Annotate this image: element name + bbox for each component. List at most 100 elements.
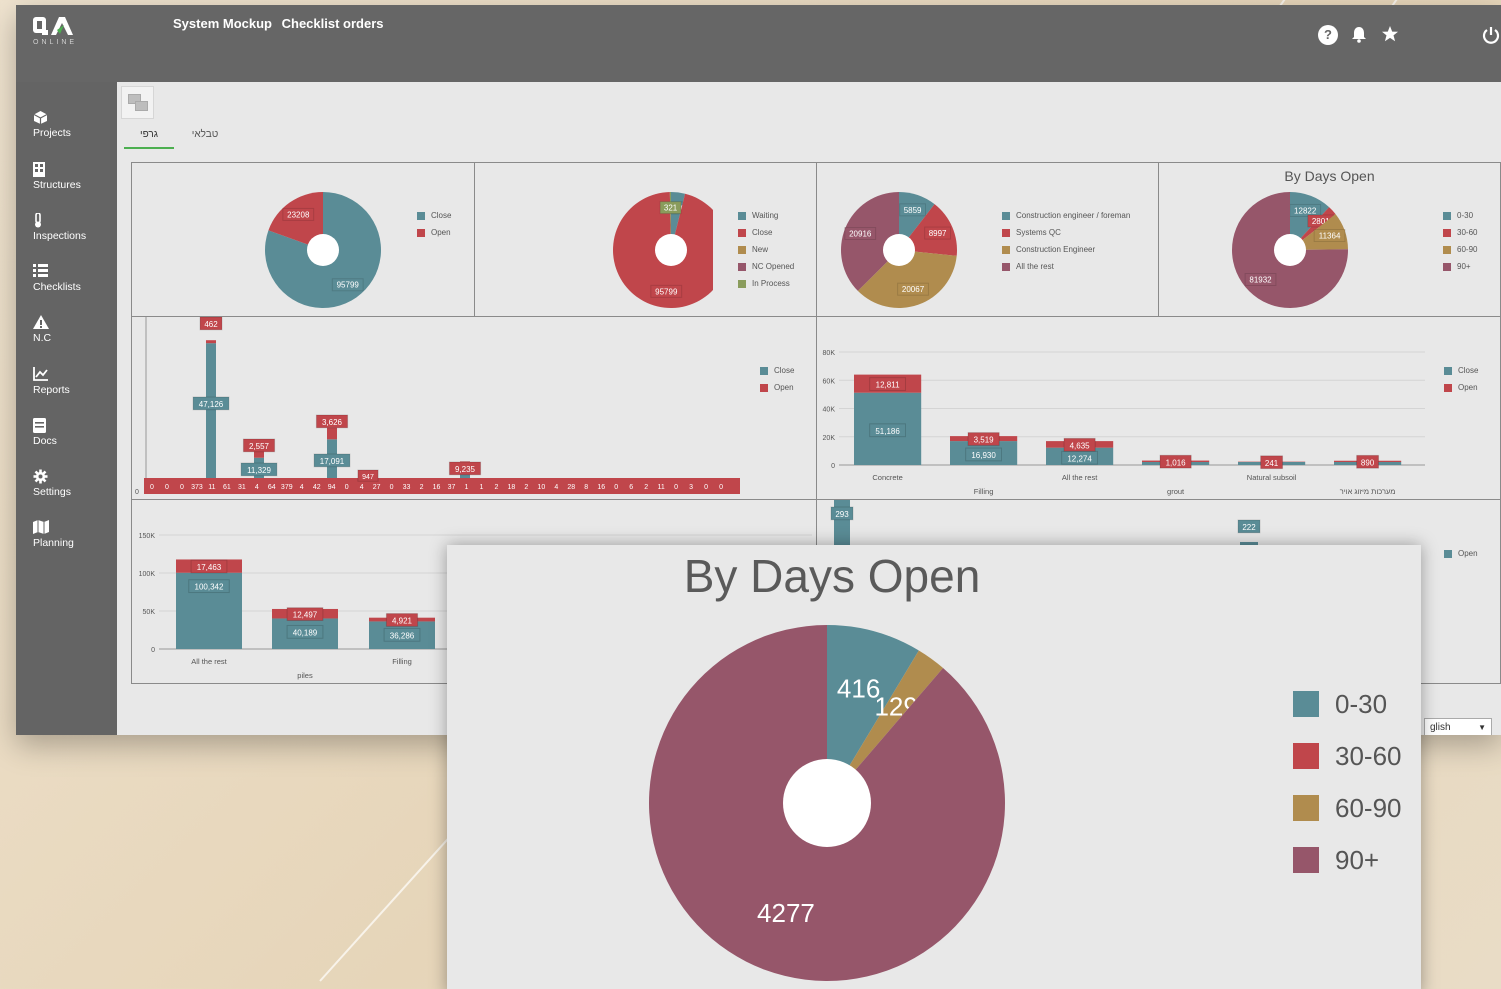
x-tick-label: Filling	[392, 657, 412, 666]
x-tick-label: All the rest	[1062, 473, 1098, 482]
legend-item[interactable]: Systems QC	[1002, 224, 1130, 241]
bottom-value-label: 379	[281, 484, 293, 491]
sidebar-item-structures[interactable]: Structures ›	[33, 162, 120, 191]
legend-item[interactable]: Close	[738, 224, 794, 241]
zoom-legend: 0-30 30-60 60-90 90+	[1293, 678, 1402, 886]
data-label: 11,329	[247, 466, 271, 475]
tab-table[interactable]: טבלאי	[179, 127, 231, 149]
legend-by-item: Close Open	[760, 362, 794, 396]
legend-swatch	[1443, 262, 1451, 271]
legend-item[interactable]: Waiting	[738, 207, 794, 224]
bottom-value-label: 2	[420, 484, 424, 491]
legend-item[interactable]: In Process	[738, 275, 794, 292]
legend-item[interactable]: 90+	[1293, 834, 1402, 886]
legend-item[interactable]: Construction engineer / foreman	[1002, 207, 1130, 224]
bottom-value-label: 31	[238, 484, 246, 491]
bar-open	[206, 340, 216, 344]
legend-swatch	[738, 228, 746, 237]
sidebar-item-label: Projects	[33, 127, 71, 139]
bar-chart-by-category: 0 20K 40K 60K 80K 51,186 12,811 Concrete 16,930 3…	[823, 350, 1425, 496]
sidebar-item-label: Structures	[33, 179, 81, 191]
pie-label: 81932	[1249, 275, 1272, 284]
sidebar-item-checklists[interactable]: Checklists ›	[33, 264, 120, 293]
sidebar-item-label: Inspections	[33, 230, 87, 242]
chart-panel-days-open: By Days Open 12822 2801 11364 81932 0-30 30…	[1158, 162, 1501, 317]
legend-item[interactable]: 0-30	[1293, 678, 1402, 730]
cube-icon	[33, 110, 113, 127]
sidebar-item-nc[interactable]: N.C ›	[33, 315, 120, 344]
bottom-value-label: 11	[657, 484, 664, 491]
bar-strip	[144, 478, 740, 494]
sidebar-item-inspections[interactable]: Inspections ›	[33, 212, 120, 242]
language-value: glish	[1430, 722, 1451, 733]
data-label: 241	[1265, 459, 1279, 468]
chart-panel-by-item: 0 0 0 0 373 11 61 31 4 64 379 4 42 94 0 4 27 0 33 2 16 37 1 1 2 1…	[131, 316, 817, 500]
pie-hole	[1274, 234, 1306, 266]
tab-graphic[interactable]: גרפי	[124, 127, 174, 149]
bottom-value-label: 0	[704, 484, 708, 491]
building-icon	[33, 162, 113, 179]
data-label: 9,235	[455, 465, 476, 474]
bottom-value-label: 373	[191, 484, 203, 491]
zoom-pie-chart: 4161294277	[649, 625, 1005, 981]
sidebar-item-reports[interactable]: Reports ›	[33, 367, 120, 396]
legend-label: Open	[774, 383, 794, 392]
legend-item[interactable]: 90+	[1443, 258, 1477, 275]
legend-label: Open	[1458, 549, 1478, 558]
legend-swatch	[1444, 366, 1452, 375]
legend-item[interactable]: Open	[417, 224, 451, 241]
pie-chart-days-open: 1282228011136481932	[1232, 192, 1348, 308]
legend-label: Construction engineer / foreman	[1016, 211, 1131, 220]
star-icon[interactable]	[1380, 25, 1400, 45]
legend-swatch	[760, 366, 768, 375]
sidebar-item-settings[interactable]: Settings ›	[33, 469, 120, 498]
legend-item[interactable]: All the rest	[1002, 258, 1130, 275]
data-label: 12,497	[293, 611, 318, 620]
bottom-value-label: 2	[644, 484, 648, 491]
data-label: 16,930	[971, 451, 996, 460]
bottom-value-label: 11	[208, 484, 215, 491]
power-icon[interactable]	[1481, 25, 1501, 45]
legend-item[interactable]: Construction Engineer	[1002, 241, 1130, 258]
pie-label: 95799	[337, 281, 360, 290]
sidebar-item-projects[interactable]: Projects ›	[33, 110, 120, 139]
bottom-value-label: 42	[313, 484, 321, 491]
data-label: 4,921	[392, 617, 413, 626]
legend-item[interactable]: Open	[1444, 379, 1478, 396]
legend-item[interactable]: Close	[1444, 362, 1478, 379]
legend-item[interactable]: 60-90	[1443, 241, 1477, 258]
bottom-value-label: 33	[403, 484, 411, 491]
legend-item[interactable]: Close	[417, 207, 451, 224]
legend-by-category: Close Open	[1444, 362, 1478, 396]
legend-label: 30-60	[1335, 740, 1402, 771]
legend-item[interactable]: 30-60	[1293, 730, 1402, 782]
help-icon[interactable]: ?	[1318, 25, 1338, 45]
legend-item[interactable]: 0-30	[1443, 207, 1477, 224]
legend-item[interactable]: 60-90	[1293, 782, 1402, 834]
legend-item[interactable]: New	[738, 241, 794, 258]
breadcrumb: System Mockup Checklist orders	[173, 16, 389, 31]
legend-days-open: 0-30 30-60 60-90 90+	[1443, 207, 1477, 275]
sidebar-item-docs[interactable]: Docs ›	[33, 418, 120, 447]
view-toggle-button[interactable]	[121, 86, 154, 119]
legend-label: Systems QC	[1016, 228, 1061, 237]
legend-item[interactable]: Open	[760, 379, 794, 396]
legend-item[interactable]: NC Opened	[738, 258, 794, 275]
sidebar-item-label: Settings	[33, 486, 71, 498]
data-label: 51,186	[875, 427, 900, 436]
bottom-value-label: 0	[674, 484, 678, 491]
breadcrumb-project[interactable]: System Mockup	[173, 16, 272, 31]
legend-item[interactable]: 30-60	[1443, 224, 1477, 241]
legend-label: 60-90	[1457, 245, 1478, 254]
legend-item[interactable]: Close	[760, 362, 794, 379]
gear-icon	[33, 469, 113, 486]
legend-label: 0-30	[1457, 211, 1474, 220]
breadcrumb-page[interactable]: Checklist orders	[282, 16, 384, 31]
language-select[interactable]: glish ▼	[1424, 718, 1492, 735]
legend-swatch	[1293, 743, 1319, 769]
legend-swatch	[417, 228, 425, 237]
y-tick-label: 20K	[823, 435, 836, 442]
bell-icon[interactable]	[1349, 25, 1369, 45]
sidebar-item-planning[interactable]: Planning ›	[33, 520, 120, 549]
legend-item[interactable]: Open	[1444, 545, 1478, 562]
